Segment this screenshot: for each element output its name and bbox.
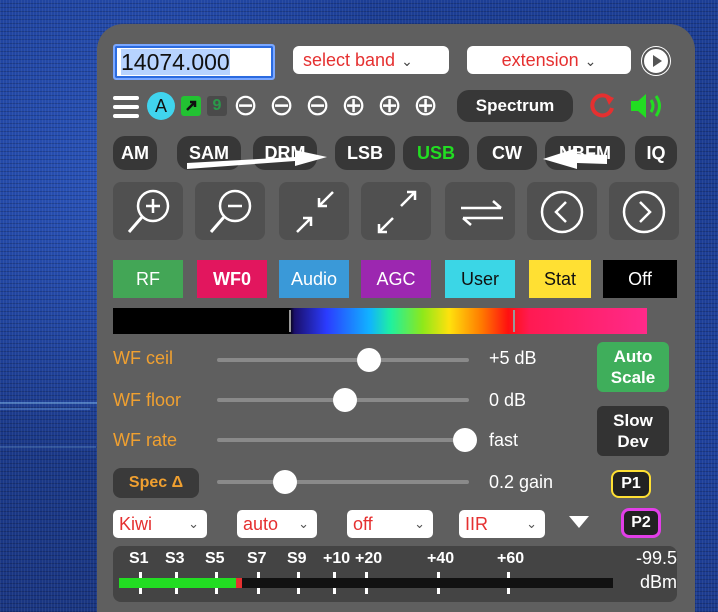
- wf-floor-value: 0 dB: [489, 390, 527, 410]
- s-meter: S1 S3 S5 S7 S9 +10 +20 +40 +60 -99.5 dBm: [113, 546, 677, 602]
- zoom-step-minus-icon[interactable]: ⊖: [305, 88, 330, 123]
- wf-rate-label: WF rate: [113, 430, 178, 450]
- zoom-out-icon: [209, 189, 252, 233]
- waterfall-streak: [0, 446, 96, 448]
- s-meter-bar-bg: [119, 578, 613, 588]
- zoom-step-plus-icon[interactable]: ⊕: [341, 88, 366, 123]
- slider-group: WF ceil +5 dB WF floor 0 dB WF rate fast…: [113, 344, 593, 504]
- chevron-down-icon: ⌄: [401, 53, 413, 69]
- menu-icon[interactable]: [113, 94, 139, 118]
- colorbar-stat-button[interactable]: Stat: [529, 260, 591, 298]
- zoom-step-group: ⊖ ⊖ ⊖ ⊕ ⊕ ⊕: [233, 88, 453, 123]
- more-triangle-icon[interactable]: [569, 516, 589, 528]
- wf-rate-thumb[interactable]: [453, 428, 477, 452]
- wf-ceil-track[interactable]: [217, 358, 469, 362]
- colorbar-user-button[interactable]: User: [445, 260, 515, 298]
- spec-delta-track[interactable]: [217, 480, 469, 484]
- s-meter-peak: [235, 578, 242, 588]
- nine-badge[interactable]: 9: [207, 96, 227, 116]
- external-link-icon[interactable]: [181, 96, 201, 116]
- chevron-down-icon: ⌄: [298, 516, 309, 531]
- zoom-max-in-button[interactable]: [279, 182, 349, 240]
- iir-dropdown[interactable]: IIR ⌄: [459, 510, 545, 538]
- refresh-icon[interactable]: [587, 90, 617, 122]
- s-meter-scale: S1 S3 S5 S7 S9 +10 +20 +40 +60: [113, 550, 633, 594]
- colormap-floor-marker[interactable]: [289, 310, 291, 332]
- wf-rate-value: fast: [489, 430, 519, 450]
- speaker-icon[interactable]: [627, 90, 667, 122]
- spec-delta-thumb[interactable]: [273, 470, 297, 494]
- frequency-input[interactable]: 14074.000: [113, 44, 275, 80]
- zoom-in-icon: [127, 189, 170, 233]
- chevron-down-icon: ⌄: [526, 516, 537, 531]
- auto-dropdown[interactable]: auto ⌄: [237, 510, 317, 538]
- colorbar-rf-button[interactable]: RF: [113, 260, 183, 298]
- swap-button[interactable]: [445, 182, 515, 240]
- colorbar-off-button[interactable]: Off: [603, 260, 677, 298]
- zoom-out-button[interactable]: [195, 182, 265, 240]
- colorbar-agc-button[interactable]: AGC: [361, 260, 431, 298]
- wf-ceil-label: WF ceil: [113, 348, 173, 368]
- chevron-down-icon: ⌄: [188, 516, 199, 531]
- colorbar-audio-button[interactable]: Audio: [279, 260, 349, 298]
- wf-ceil-value: +5 dB: [489, 348, 537, 368]
- s-meter-tick-label: S7: [247, 550, 267, 567]
- slow-dev-button[interactable]: Slow Dev: [597, 406, 669, 456]
- spectrum-button[interactable]: Spectrum: [457, 90, 573, 122]
- s-meter-tick-label: S5: [205, 550, 225, 567]
- s-meter-reading: -99.5: [635, 548, 677, 568]
- p1-button[interactable]: P1: [611, 470, 651, 498]
- page-right-button[interactable]: [609, 182, 679, 240]
- mode-iq-button[interactable]: IQ: [635, 136, 677, 170]
- band-select[interactable]: select band ⌄: [293, 46, 449, 74]
- chevron-left-icon: [540, 190, 584, 234]
- zoom-max-out-button[interactable]: [361, 182, 431, 240]
- s-meter-tick-label: S3: [165, 550, 185, 567]
- wf-rate-track[interactable]: [217, 438, 469, 442]
- zoom-step-minus-icon[interactable]: ⊖: [269, 88, 294, 123]
- wf-floor-thumb[interactable]: [333, 388, 357, 412]
- collapse-arrows-icon: [296, 191, 334, 233]
- mode-am-button[interactable]: AM: [113, 136, 157, 170]
- spec-delta-value: 0.2 gain: [489, 472, 554, 492]
- s-meter-tick-label: S1: [129, 550, 149, 567]
- swap-arrows-icon: [461, 200, 503, 226]
- p2-button[interactable]: P2: [621, 508, 661, 538]
- auto-scale-button[interactable]: Auto Scale: [597, 342, 669, 392]
- play-button[interactable]: [641, 46, 671, 76]
- waterfall-streak: [0, 402, 110, 404]
- colorbar-button-row: RF WF0 Audio AGC User Stat Off: [113, 260, 677, 300]
- chevron-down-icon: ⌄: [584, 53, 597, 69]
- kiwi-dropdown[interactable]: Kiwi ⌄: [113, 510, 207, 538]
- s-meter-tick-label: +20: [355, 550, 383, 567]
- colorbar-wf0-button[interactable]: WF0: [197, 260, 267, 298]
- s-meter-tick-label: +10: [323, 550, 351, 567]
- expand-arrows-icon: [377, 190, 417, 234]
- waterfall-streak: [0, 408, 90, 410]
- colormap-ceil-marker[interactable]: [513, 310, 515, 332]
- extension-select[interactable]: extension ⌄: [467, 46, 631, 74]
- a-badge[interactable]: A: [147, 92, 175, 120]
- chevron-down-icon: ⌄: [414, 516, 425, 531]
- s-meter-tick-label: S9: [287, 550, 307, 567]
- s-meter-tick-label: +60: [497, 550, 525, 567]
- spec-delta-button[interactable]: Spec Δ: [113, 468, 199, 498]
- s-meter-unit: dBm: [639, 572, 677, 592]
- page-left-button[interactable]: [527, 182, 597, 240]
- annotation-arrows: [187, 148, 607, 169]
- waterfall-colormap-bar[interactable]: [113, 308, 647, 334]
- s-meter-tick-label: +40: [427, 550, 455, 567]
- s-meter-level-fill: [119, 578, 238, 588]
- control-panel: 14074.000 select band ⌄ extension ⌄ A 9 ⊖ …: [97, 24, 695, 612]
- wf-ceil-thumb[interactable]: [357, 348, 381, 372]
- zoom-step-plus-icon[interactable]: ⊕: [377, 88, 402, 123]
- chevron-right-icon: [622, 190, 666, 234]
- play-icon: [642, 47, 670, 75]
- zoom-step-plus-icon[interactable]: ⊕: [413, 88, 438, 123]
- wf-floor-label: WF floor: [113, 390, 182, 410]
- zoom-step-minus-icon[interactable]: ⊖: [233, 88, 258, 123]
- off-dropdown[interactable]: off ⌄: [347, 510, 433, 538]
- zoom-in-button[interactable]: [113, 182, 183, 240]
